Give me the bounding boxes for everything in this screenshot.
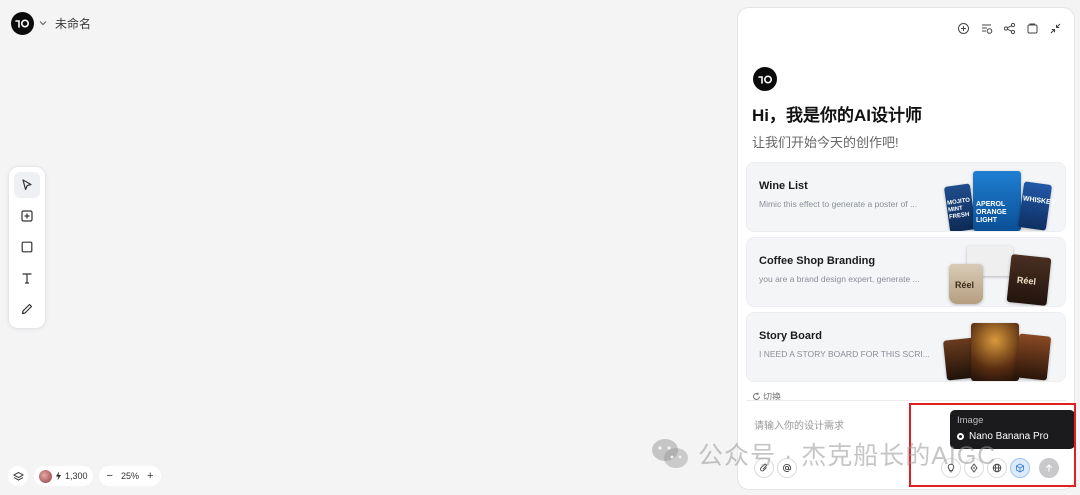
- share-button[interactable]: [1002, 21, 1016, 35]
- thumbnail-image: WHISKEY: [1017, 181, 1056, 231]
- text-icon: [22, 273, 32, 284]
- tool-add[interactable]: [14, 203, 40, 229]
- greeting-subtitle: 让我们开始今天的创作吧!: [752, 135, 899, 150]
- plus-square-icon: [21, 210, 33, 222]
- lightning-icon: [56, 471, 61, 481]
- card-title: Wine List: [759, 180, 808, 192]
- collapse-button[interactable]: [1048, 21, 1062, 35]
- new-chat-button[interactable]: [956, 21, 970, 35]
- thumbnail-image: APEROL ORANGE LIGHT: [973, 171, 1021, 231]
- card-title: Story Board: [759, 330, 822, 342]
- zoom-level[interactable]: 25%: [121, 471, 139, 481]
- panel-toolbar: [956, 21, 1062, 35]
- wechat-icon: [652, 439, 688, 468]
- folder-icon: [1027, 23, 1037, 33]
- pen-icon: [21, 303, 33, 315]
- thumbnail-image: Réel: [1006, 254, 1052, 306]
- tool-text[interactable]: [14, 265, 40, 291]
- template-card-story-board[interactable]: Story Board I NEED A STORY BOARD FOR THI…: [746, 312, 1066, 382]
- zoom-out-button[interactable]: −: [105, 470, 115, 482]
- square-icon: [21, 241, 33, 253]
- thumbnail-caption: MOJITO MINT FRESH: [946, 197, 971, 221]
- topbar: 未命名: [11, 11, 91, 35]
- files-button[interactable]: [1025, 21, 1039, 35]
- tool-frame[interactable]: [14, 234, 40, 260]
- cube-icon: [1015, 463, 1025, 473]
- chat-plus-icon: [957, 22, 969, 34]
- bottom-bar: 1,300 − 25% +: [8, 466, 162, 486]
- watermark: 公众号 · 杰克船长的AIGC: [650, 436, 996, 472]
- zoom-in-button[interactable]: +: [145, 470, 155, 482]
- thumbnail-caption: Réel: [955, 280, 975, 290]
- card-description: Mimic this effect to generate a poster o…: [759, 199, 918, 209]
- credits-count: 1,300: [65, 471, 88, 481]
- thumbnail-caption: WHISKEY: [1022, 195, 1056, 207]
- collapse-icon: [1050, 23, 1060, 33]
- thumbnail-image: MOJITO MINT FRESH: [943, 183, 977, 231]
- zoom-control: − 25% +: [98, 466, 162, 486]
- credits-chip[interactable]: 1,300: [34, 466, 93, 486]
- card-title: Coffee Shop Branding: [759, 255, 876, 267]
- left-toolbar: [8, 166, 46, 329]
- cursor-arrow-icon: [22, 179, 32, 191]
- tool-pen[interactable]: [14, 296, 40, 322]
- history-icon: [981, 24, 992, 34]
- watermark-text: 公众号 · 杰克船长的AIGC: [698, 442, 997, 470]
- prompt-input[interactable]: 请输入你的设计需求: [754, 417, 844, 432]
- document-title[interactable]: 未命名: [55, 15, 91, 32]
- history-button[interactable]: [979, 21, 993, 35]
- thumbnail-image: [1014, 333, 1052, 381]
- card-thumbnails: Réel Réel: [941, 238, 1059, 306]
- card-thumbnails: [941, 313, 1059, 381]
- tool-select[interactable]: [14, 172, 40, 198]
- card-description: I NEED A STORY BOARD FOR THIS SCRI...: [759, 349, 930, 359]
- thumbnail-caption: APEROL ORANGE LIGHT: [976, 201, 1007, 224]
- model-select-button[interactable]: [1010, 458, 1030, 478]
- app-logo-icon[interactable]: [11, 11, 34, 35]
- greeting-title: Hi，我是你的AI设计师: [752, 106, 922, 125]
- thumbnail-caption: Réel: [1016, 274, 1037, 287]
- share-icon: [1003, 22, 1015, 34]
- card-description: you are a brand design expert, generate …: [759, 274, 920, 284]
- arrow-up-icon: [1045, 464, 1053, 472]
- template-card-coffee-branding[interactable]: Coffee Shop Branding you are a brand des…: [746, 237, 1066, 307]
- avatar: [39, 469, 52, 483]
- model-category-label: Image: [957, 415, 984, 426]
- thumbnail-image: [971, 323, 1019, 381]
- template-card-wine-list[interactable]: Wine List Mimic this effect to generate …: [746, 162, 1066, 232]
- chevron-down-icon[interactable]: [38, 18, 48, 28]
- send-button[interactable]: [1039, 458, 1059, 478]
- assistant-logo-icon: [753, 67, 777, 91]
- layers-icon: [12, 471, 24, 481]
- thumbnail-image: Réel: [949, 264, 983, 304]
- layers-button[interactable]: [8, 466, 28, 486]
- card-thumbnails: MOJITO MINT FRESH APEROL ORANGE LIGHT WH…: [941, 163, 1059, 231]
